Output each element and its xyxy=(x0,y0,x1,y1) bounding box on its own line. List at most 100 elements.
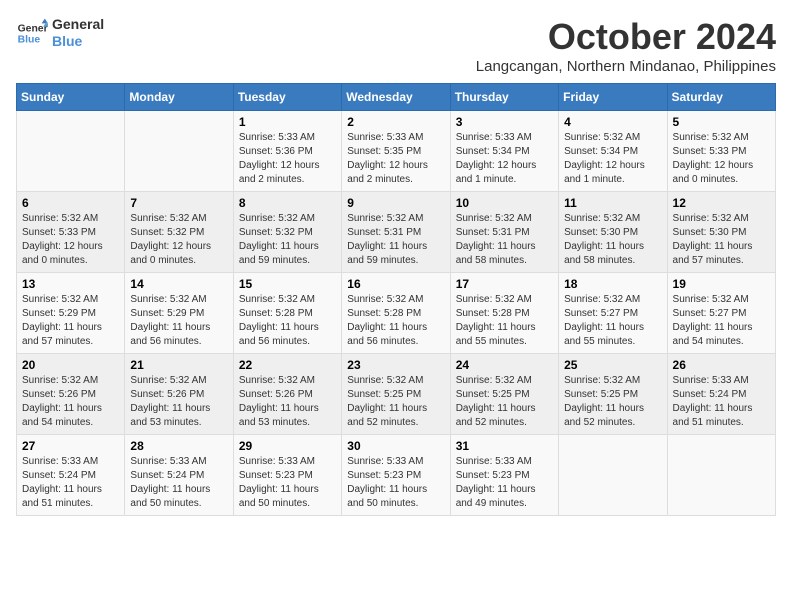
day-number: 2 xyxy=(347,115,444,129)
day-detail: Sunrise: 5:32 AM Sunset: 5:32 PM Dayligh… xyxy=(239,212,336,268)
week-row-1: 6 Sunrise: 5:32 AM Sunset: 5:33 PM Daylig… xyxy=(17,192,776,273)
day-cell: 27 Sunrise: 5:33 AM Sunset: 5:24 PM Dayli… xyxy=(17,435,125,516)
day-detail: Sunrise: 5:32 AM Sunset: 5:25 PM Dayligh… xyxy=(456,374,553,430)
day-number: 6 xyxy=(22,196,119,210)
day-detail: Sunrise: 5:32 AM Sunset: 5:26 PM Dayligh… xyxy=(130,374,227,430)
day-number: 7 xyxy=(130,196,227,210)
day-detail: Sunrise: 5:32 AM Sunset: 5:33 PM Dayligh… xyxy=(673,131,770,187)
day-cell: 18 Sunrise: 5:32 AM Sunset: 5:27 PM Dayli… xyxy=(559,273,667,354)
day-detail: Sunrise: 5:33 AM Sunset: 5:23 PM Dayligh… xyxy=(347,455,444,511)
day-number: 13 xyxy=(22,277,119,291)
header-row: SundayMondayTuesdayWednesdayThursdayFrid… xyxy=(17,84,776,111)
logo-line1: General xyxy=(52,16,104,33)
day-cell: 31 Sunrise: 5:33 AM Sunset: 5:23 PM Dayli… xyxy=(450,435,558,516)
day-number: 11 xyxy=(564,196,661,210)
day-cell: 16Sunrise: 5:32 AM Sunset: 5:28 PM Dayli… xyxy=(342,273,450,354)
day-detail: Sunrise: 5:33 AM Sunset: 5:23 PM Dayligh… xyxy=(239,455,336,511)
day-cell: 1 Sunrise: 5:33 AM Sunset: 5:36 PM Daylig… xyxy=(233,111,341,192)
day-cell: 14Sunrise: 5:32 AM Sunset: 5:29 PM Dayli… xyxy=(125,273,233,354)
day-number: 12 xyxy=(673,196,770,210)
day-cell: 20 Sunrise: 5:32 AM Sunset: 5:26 PM Dayli… xyxy=(17,354,125,435)
calendar-body: 1 Sunrise: 5:33 AM Sunset: 5:36 PM Daylig… xyxy=(17,111,776,516)
day-number: 5 xyxy=(673,115,770,129)
day-detail: Sunrise: 5:32 AM Sunset: 5:27 PM Dayligh… xyxy=(673,293,770,349)
day-detail: Sunrise: 5:32 AM Sunset: 5:31 PM Dayligh… xyxy=(456,212,553,268)
day-number: 23 xyxy=(347,358,444,372)
day-detail: Sunrise: 5:33 AM Sunset: 5:35 PM Dayligh… xyxy=(347,131,444,187)
day-detail: Sunrise: 5:32 AM Sunset: 5:30 PM Dayligh… xyxy=(564,212,661,268)
header-cell-wednesday: Wednesday xyxy=(342,84,450,111)
header-cell-sunday: Sunday xyxy=(17,84,125,111)
day-cell: 21 Sunrise: 5:32 AM Sunset: 5:26 PM Dayli… xyxy=(125,354,233,435)
day-cell: 28Sunrise: 5:33 AM Sunset: 5:24 PM Dayli… xyxy=(125,435,233,516)
day-detail: Sunrise: 5:32 AM Sunset: 5:26 PM Dayligh… xyxy=(239,374,336,430)
day-detail: Sunrise: 5:33 AM Sunset: 5:24 PM Dayligh… xyxy=(22,455,119,511)
day-number: 29 xyxy=(239,439,336,453)
day-detail: Sunrise: 5:32 AM Sunset: 5:26 PM Dayligh… xyxy=(22,374,119,430)
svg-text:Blue: Blue xyxy=(18,34,41,45)
day-cell: 13 Sunrise: 5:32 AM Sunset: 5:29 PM Dayli… xyxy=(17,273,125,354)
day-number: 25 xyxy=(564,358,661,372)
day-number: 1 xyxy=(239,115,336,129)
title-section: October 2024 Langcangan, Northern Mindan… xyxy=(476,16,776,75)
day-number: 4 xyxy=(564,115,661,129)
header-cell-thursday: Thursday xyxy=(450,84,558,111)
day-number: 19 xyxy=(673,277,770,291)
day-cell: 17Sunrise: 5:32 AM Sunset: 5:28 PM Dayli… xyxy=(450,273,558,354)
day-number: 20 xyxy=(22,358,119,372)
day-detail: Sunrise: 5:32 AM Sunset: 5:28 PM Dayligh… xyxy=(456,293,553,349)
day-detail: Sunrise: 5:32 AM Sunset: 5:30 PM Dayligh… xyxy=(673,212,770,268)
week-row-4: 27 Sunrise: 5:33 AM Sunset: 5:24 PM Dayli… xyxy=(17,435,776,516)
week-row-0: 1 Sunrise: 5:33 AM Sunset: 5:36 PM Daylig… xyxy=(17,111,776,192)
day-cell: 23 Sunrise: 5:32 AM Sunset: 5:25 PM Dayli… xyxy=(342,354,450,435)
day-cell: 8 Sunrise: 5:32 AM Sunset: 5:32 PM Daylig… xyxy=(233,192,341,273)
day-number: 27 xyxy=(22,439,119,453)
day-cell: 15Sunrise: 5:32 AM Sunset: 5:28 PM Dayli… xyxy=(233,273,341,354)
day-cell: 5 Sunrise: 5:32 AM Sunset: 5:33 PM Daylig… xyxy=(667,111,775,192)
location: Langcangan, Northern Mindanao, Philippin… xyxy=(476,58,776,75)
week-row-3: 20 Sunrise: 5:32 AM Sunset: 5:26 PM Dayli… xyxy=(17,354,776,435)
day-cell: 9Sunrise: 5:32 AM Sunset: 5:31 PM Daylig… xyxy=(342,192,450,273)
month-title: October 2024 xyxy=(476,16,776,58)
day-detail: Sunrise: 5:32 AM Sunset: 5:25 PM Dayligh… xyxy=(564,374,661,430)
day-cell: 11 Sunrise: 5:32 AM Sunset: 5:30 PM Dayli… xyxy=(559,192,667,273)
svg-text:General: General xyxy=(18,23,48,34)
day-number: 8 xyxy=(239,196,336,210)
day-detail: Sunrise: 5:32 AM Sunset: 5:27 PM Dayligh… xyxy=(564,293,661,349)
day-cell: 30Sunrise: 5:33 AM Sunset: 5:23 PM Dayli… xyxy=(342,435,450,516)
logo-line2: Blue xyxy=(52,33,104,50)
day-number: 26 xyxy=(673,358,770,372)
day-number: 24 xyxy=(456,358,553,372)
day-cell xyxy=(125,111,233,192)
header-cell-monday: Monday xyxy=(125,84,233,111)
day-cell: 25 Sunrise: 5:32 AM Sunset: 5:25 PM Dayli… xyxy=(559,354,667,435)
day-detail: Sunrise: 5:32 AM Sunset: 5:32 PM Dayligh… xyxy=(130,212,227,268)
day-cell xyxy=(17,111,125,192)
day-detail: Sunrise: 5:32 AM Sunset: 5:28 PM Dayligh… xyxy=(239,293,336,349)
day-number: 18 xyxy=(564,277,661,291)
day-detail: Sunrise: 5:32 AM Sunset: 5:25 PM Dayligh… xyxy=(347,374,444,430)
day-cell: 29 Sunrise: 5:33 AM Sunset: 5:23 PM Dayli… xyxy=(233,435,341,516)
day-cell: 26 Sunrise: 5:33 AM Sunset: 5:24 PM Dayli… xyxy=(667,354,775,435)
day-number: 31 xyxy=(456,439,553,453)
day-detail: Sunrise: 5:33 AM Sunset: 5:36 PM Dayligh… xyxy=(239,131,336,187)
day-cell: 22Sunrise: 5:32 AM Sunset: 5:26 PM Dayli… xyxy=(233,354,341,435)
logo-icon: General Blue xyxy=(16,17,48,49)
header-cell-saturday: Saturday xyxy=(667,84,775,111)
day-number: 21 xyxy=(130,358,227,372)
day-detail: Sunrise: 5:33 AM Sunset: 5:34 PM Dayligh… xyxy=(456,131,553,187)
day-detail: Sunrise: 5:32 AM Sunset: 5:33 PM Dayligh… xyxy=(22,212,119,268)
page-header: General Blue General Blue October 2024 L… xyxy=(16,16,776,75)
day-cell: 4Sunrise: 5:32 AM Sunset: 5:34 PM Daylig… xyxy=(559,111,667,192)
day-cell: 2 Sunrise: 5:33 AM Sunset: 5:35 PM Daylig… xyxy=(342,111,450,192)
day-detail: Sunrise: 5:33 AM Sunset: 5:24 PM Dayligh… xyxy=(673,374,770,430)
day-detail: Sunrise: 5:32 AM Sunset: 5:31 PM Dayligh… xyxy=(347,212,444,268)
day-detail: Sunrise: 5:33 AM Sunset: 5:24 PM Dayligh… xyxy=(130,455,227,511)
day-cell: 12 Sunrise: 5:32 AM Sunset: 5:30 PM Dayli… xyxy=(667,192,775,273)
header-cell-friday: Friday xyxy=(559,84,667,111)
day-detail: Sunrise: 5:33 AM Sunset: 5:23 PM Dayligh… xyxy=(456,455,553,511)
day-detail: Sunrise: 5:32 AM Sunset: 5:29 PM Dayligh… xyxy=(22,293,119,349)
day-cell xyxy=(667,435,775,516)
calendar-table: SundayMondayTuesdayWednesdayThursdayFrid… xyxy=(16,83,776,516)
day-cell: 24 Sunrise: 5:32 AM Sunset: 5:25 PM Dayli… xyxy=(450,354,558,435)
